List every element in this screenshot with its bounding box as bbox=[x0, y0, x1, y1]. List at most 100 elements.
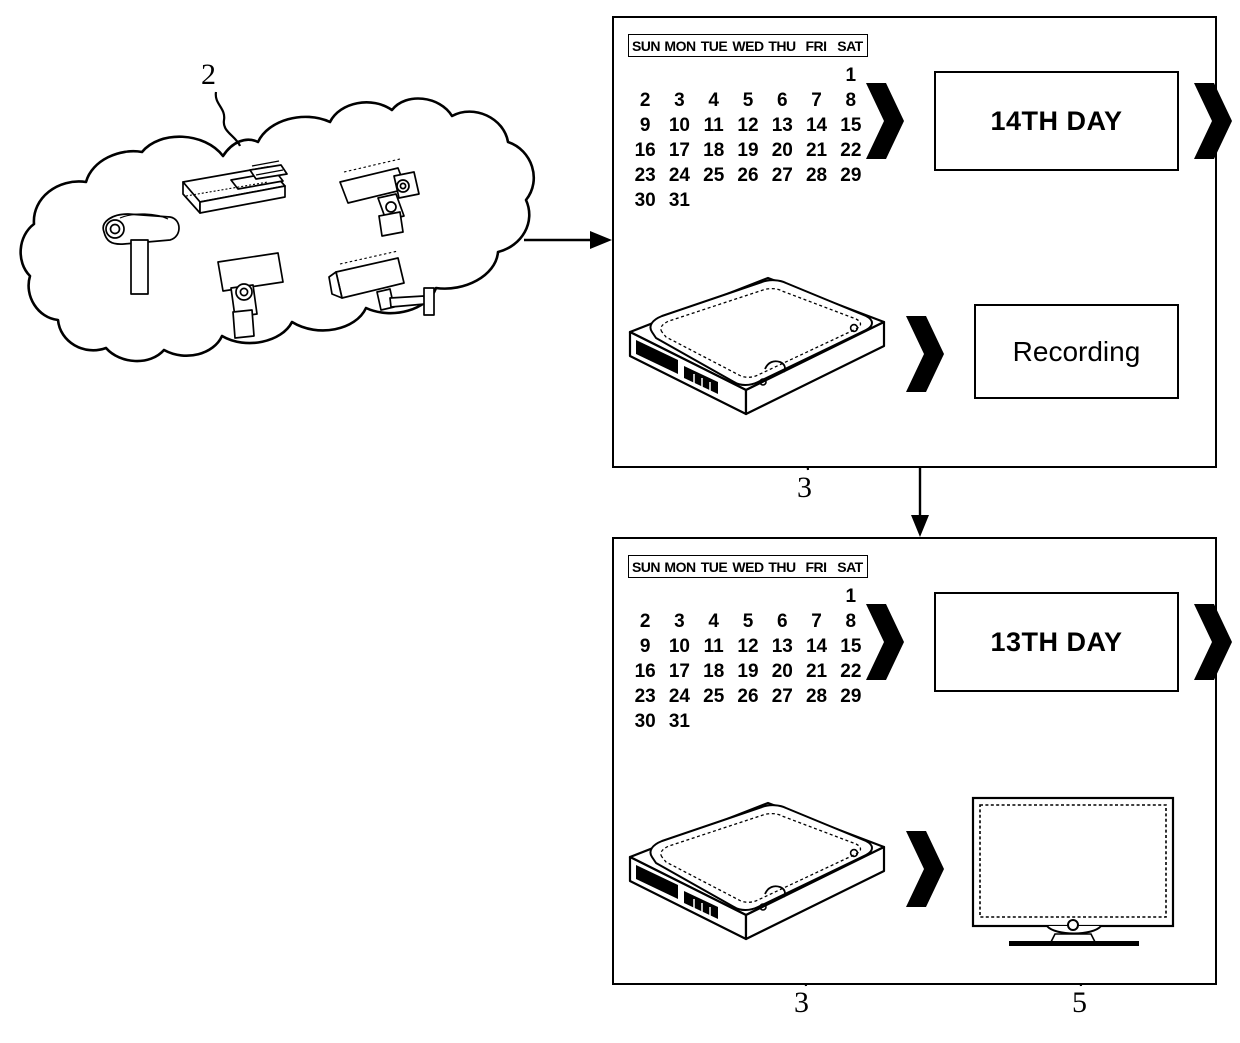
calendar-day-cell[interactable]: 11 bbox=[697, 113, 731, 138]
day-label-text-2: 13TH DAY bbox=[990, 626, 1123, 657]
calendar-day-cell[interactable]: 9 bbox=[628, 634, 662, 659]
recording-to-playback-arrow bbox=[911, 468, 929, 537]
reference-numeral-2: 2 bbox=[201, 58, 216, 91]
weekday-fri: FRI bbox=[805, 37, 827, 54]
weekday-fri-2: FRI bbox=[805, 558, 827, 575]
weekday-mon-2: MON bbox=[664, 558, 696, 575]
calendar-day-cell[interactable]: 30 bbox=[628, 188, 662, 213]
hard-disk-drive-bottom bbox=[622, 781, 892, 946]
hard-disk-drive-top bbox=[622, 256, 892, 421]
calendar-day-cell[interactable]: 19 bbox=[731, 138, 765, 163]
weekday-tue: TUE bbox=[700, 37, 728, 54]
calendar-day-cell[interactable]: 7 bbox=[799, 88, 833, 113]
calendar-day-cell[interactable]: 20 bbox=[765, 659, 799, 684]
calendar-day-cell[interactable]: 14 bbox=[799, 634, 833, 659]
weekday-thu-2: THU bbox=[768, 558, 796, 575]
chevron-icon-4 bbox=[862, 602, 906, 687]
calendar-day-grid: ......1234567891011121314151617181920212… bbox=[628, 63, 868, 213]
reference-numeral-3-top: 3 bbox=[797, 471, 812, 504]
calendar-day-cell[interactable]: 27 bbox=[765, 684, 799, 709]
day-label-box-14: 14TH DAY bbox=[934, 71, 1179, 171]
calendar-day-cell[interactable]: 24 bbox=[662, 163, 696, 188]
reference-numeral-5: 5 bbox=[1072, 986, 1087, 1019]
calendar-weekday-header: SUN MON TUE WED THU FRI SAT bbox=[628, 34, 868, 57]
calendar-day-cell[interactable]: 25 bbox=[697, 684, 731, 709]
calendar-day-cell[interactable]: 5 bbox=[731, 88, 765, 113]
calendar-day-cell[interactable]: 29 bbox=[834, 163, 868, 188]
calendar-day-cell[interactable]: 4 bbox=[697, 609, 731, 634]
cloud-to-recorder-arrow bbox=[524, 231, 612, 249]
calendar-day-cell[interactable]: 17 bbox=[662, 138, 696, 163]
calendar-day-cell[interactable]: 14 bbox=[799, 113, 833, 138]
calendar-day-cell[interactable]: 28 bbox=[799, 163, 833, 188]
monitor-display bbox=[969, 794, 1184, 959]
calendar-day-cell[interactable]: 2 bbox=[628, 88, 662, 113]
calendar-day-cell[interactable]: 21 bbox=[799, 659, 833, 684]
chevron-icon-6 bbox=[902, 829, 946, 914]
calendar-day-cell[interactable]: 18 bbox=[697, 659, 731, 684]
calendar-day-cell[interactable]: 31 bbox=[662, 709, 696, 734]
calendar-day-cell[interactable]: 20 bbox=[765, 138, 799, 163]
calendar-day-cell[interactable]: 3 bbox=[662, 88, 696, 113]
calendar-day-cell[interactable]: 7 bbox=[799, 609, 833, 634]
figure-canvas: 2 3 3 5 SUN MON TUE WED THU FRI SAT ....… bbox=[0, 0, 1240, 1043]
calendar-day-cell[interactable]: 25 bbox=[697, 163, 731, 188]
weekday-sun: SUN bbox=[631, 37, 661, 54]
chevron-icon-2 bbox=[1190, 81, 1234, 166]
calendar-day-cell[interactable]: 10 bbox=[662, 113, 696, 138]
weekday-wed-2: WED bbox=[732, 558, 764, 575]
recording-panel: SUN MON TUE WED THU FRI SAT ......123456… bbox=[612, 16, 1232, 468]
calendar-day-cell[interactable]: 4 bbox=[697, 88, 731, 113]
calendar-day-cell[interactable]: 29 bbox=[834, 684, 868, 709]
calendar-weekday-header-2: SUN MON TUE WED THU FRI SAT bbox=[628, 555, 868, 578]
calendar-day-cell[interactable]: 11 bbox=[697, 634, 731, 659]
calendar-day-cell[interactable]: 5 bbox=[731, 609, 765, 634]
calendar-day-cell[interactable]: 24 bbox=[662, 684, 696, 709]
day-label-text: 14TH DAY bbox=[990, 105, 1123, 136]
weekday-thu: THU bbox=[768, 37, 796, 54]
playback-panel: SUN MON TUE WED THU FRI SAT ......123456… bbox=[612, 537, 1232, 985]
day-label-box-13: 13TH DAY bbox=[934, 592, 1179, 692]
chevron-icon-3 bbox=[902, 314, 946, 399]
calendar-day-cell[interactable]: 2 bbox=[628, 609, 662, 634]
reference-numeral-3-bottom: 3 bbox=[794, 986, 809, 1019]
calendar-day-cell[interactable]: 31 bbox=[662, 188, 696, 213]
calendar-day-cell[interactable]: 21 bbox=[799, 138, 833, 163]
recording-status-box: Recording bbox=[974, 304, 1179, 399]
calendar-day-cell[interactable]: 3 bbox=[662, 609, 696, 634]
weekday-tue-2: TUE bbox=[700, 558, 728, 575]
weekday-wed: WED bbox=[732, 37, 764, 54]
calendar-day-cell[interactable]: 6 bbox=[765, 609, 799, 634]
weekday-sat: SAT bbox=[837, 37, 863, 54]
calendar-day-cell[interactable]: 12 bbox=[731, 634, 765, 659]
calendar-day-cell[interactable]: 26 bbox=[731, 163, 765, 188]
calendar-day-cell[interactable]: 13 bbox=[765, 634, 799, 659]
calendar-day-cell[interactable]: 16 bbox=[628, 659, 662, 684]
calendar-day-cell[interactable]: 18 bbox=[697, 138, 731, 163]
chevron-icon-5 bbox=[1190, 602, 1234, 687]
calendar-day-cell[interactable]: 9 bbox=[628, 113, 662, 138]
calendar-day-cell[interactable]: 23 bbox=[628, 163, 662, 188]
calendar-top: SUN MON TUE WED THU FRI SAT ......123456… bbox=[628, 34, 868, 213]
cloud-outline bbox=[19, 97, 536, 363]
cloud-leader-line bbox=[214, 91, 242, 147]
weekday-mon: MON bbox=[664, 37, 696, 54]
calendar-bottom: SUN MON TUE WED THU FRI SAT ......123456… bbox=[628, 555, 868, 734]
calendar-day-cell[interactable]: 30 bbox=[628, 709, 662, 734]
calendar-day-cell[interactable]: 17 bbox=[662, 659, 696, 684]
calendar-day-cell[interactable]: 19 bbox=[731, 659, 765, 684]
calendar-day-cell[interactable]: 27 bbox=[765, 163, 799, 188]
calendar-day-cell[interactable]: 28 bbox=[799, 684, 833, 709]
calendar-day-cell[interactable]: 6 bbox=[765, 88, 799, 113]
chevron-icon-1 bbox=[862, 81, 906, 166]
calendar-day-cell[interactable]: 13 bbox=[765, 113, 799, 138]
calendar-day-cell[interactable]: 10 bbox=[662, 634, 696, 659]
calendar-day-cell[interactable]: 26 bbox=[731, 684, 765, 709]
calendar-day-cell[interactable]: 23 bbox=[628, 684, 662, 709]
weekday-sat-2: SAT bbox=[837, 558, 863, 575]
calendar-day-cell[interactable]: 16 bbox=[628, 138, 662, 163]
calendar-day-cell[interactable]: 12 bbox=[731, 113, 765, 138]
recording-status-text: Recording bbox=[1012, 335, 1141, 367]
weekday-sun-2: SUN bbox=[631, 558, 661, 575]
calendar-day-grid-2: ......1234567891011121314151617181920212… bbox=[628, 584, 868, 734]
